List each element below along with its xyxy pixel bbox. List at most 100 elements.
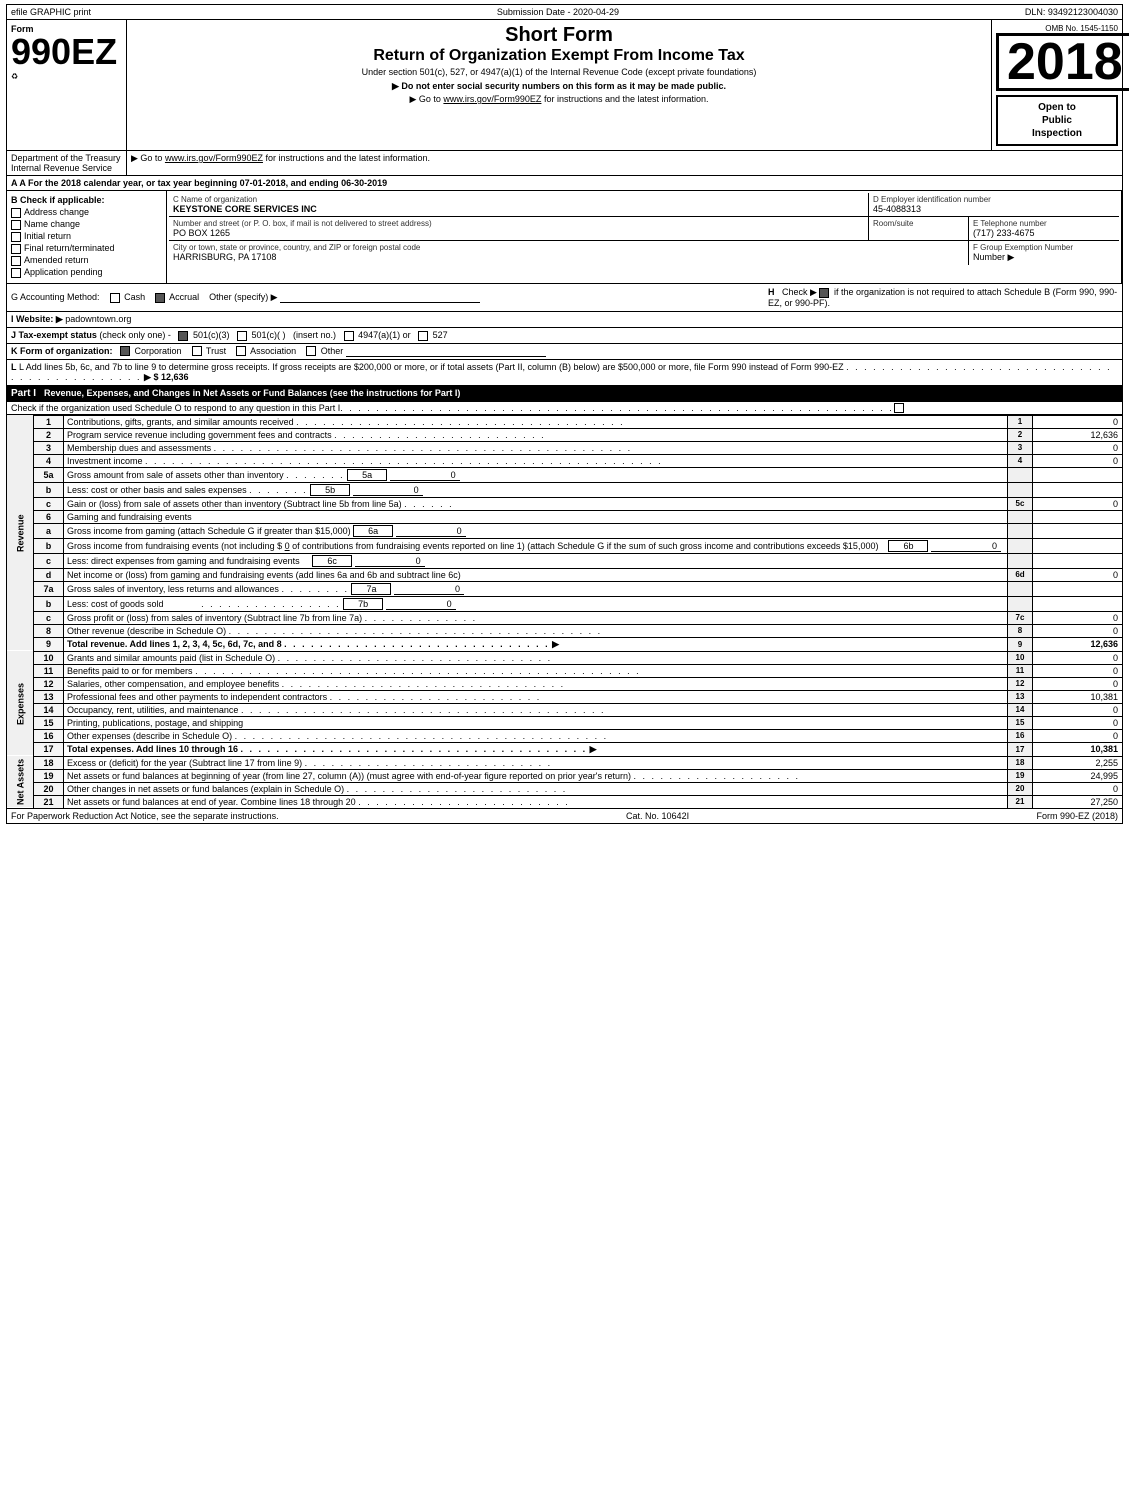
website-url: padowntown.org (65, 314, 131, 324)
line-label-3: 3 (1008, 441, 1033, 454)
radio-amended[interactable] (11, 256, 21, 266)
submission-date: Submission Date - 2020-04-29 (497, 7, 619, 17)
revenue-row-5b: b Less: cost or other basis and sales ex… (7, 482, 1123, 497)
row-num-21: 21 (34, 795, 64, 808)
trust-checkbox[interactable] (192, 346, 202, 356)
c4947-checkbox[interactable] (344, 331, 354, 341)
c3-checkbox[interactable] (178, 331, 188, 341)
desc-6a: Gross income from gaming (attach Schedul… (64, 523, 1008, 538)
value-7b-empty (1033, 596, 1123, 611)
desc-14: Occupancy, rent, utilities, and maintena… (64, 703, 1008, 716)
org-city-row: City or town, state or province, country… (169, 241, 1119, 265)
c527-checkbox[interactable] (418, 331, 428, 341)
revenue-row-1: Revenue 1 Contributions, gifts, grants, … (7, 415, 1123, 428)
check-final: Final return/terminated (11, 243, 162, 254)
line-label-5a-empty (1008, 467, 1033, 482)
efile-label: efile GRAPHIC print (11, 7, 91, 17)
cash-checkbox[interactable] (110, 293, 120, 303)
value-10: 0 (1033, 651, 1123, 664)
part1-label: Part I (11, 388, 36, 399)
open-to-public: Open to Public Inspection (996, 95, 1118, 146)
trust-label: Trust (206, 346, 226, 356)
final-return-label: Final return/terminated (24, 243, 115, 253)
org-name-cell: C Name of organization KEYSTONE CORE SER… (169, 193, 869, 216)
line-label-4: 4 (1008, 454, 1033, 467)
l-text: L Add lines 5b, 6c, and 7b to line 9 to … (19, 362, 844, 372)
desc-3: Membership dues and assessments . . . . … (64, 441, 1008, 454)
value-5a-empty (1033, 467, 1123, 482)
c-label: C Name of organization (173, 195, 864, 204)
address-change-label: Address change (24, 207, 89, 217)
expenses-row-11: 11 Benefits paid to or for members . . .… (7, 664, 1123, 677)
desc-5c: Gain or (loss) from sale of assets other… (64, 497, 1008, 510)
revenue-row-7c: c Gross profit or (loss) from sales of i… (7, 611, 1123, 624)
h-checkbox[interactable] (819, 288, 829, 298)
desc-4: Investment income . . . . . . . . . . . … (64, 454, 1008, 467)
assoc-checkbox[interactable] (236, 346, 246, 356)
revenue-row-5a: 5a Gross amount from sale of assets othe… (7, 467, 1123, 482)
row-num-2: 2 (34, 428, 64, 441)
other-org-label: Other (321, 346, 344, 356)
cc-checkbox[interactable] (237, 331, 247, 341)
check-pending: Application pending (11, 267, 162, 278)
title-col: Short Form Return of Organization Exempt… (127, 20, 992, 150)
dept-row: Department of the Treasury Internal Reve… (6, 151, 1123, 176)
desc-7a: Gross sales of inventory, less returns a… (64, 581, 1008, 596)
part1-header: Part I Revenue, Expenses, and Changes in… (6, 386, 1123, 402)
radio-address[interactable] (11, 208, 21, 218)
row-num-6b: b (34, 538, 64, 553)
expenses-row-14: 14 Occupancy, rent, utilities, and maint… (7, 703, 1123, 716)
other-checkbox[interactable] (306, 346, 316, 356)
footer-left: For Paperwork Reduction Act Notice, see … (11, 811, 279, 821)
other-specify-line (280, 292, 480, 303)
line-label-6a-empty (1008, 523, 1033, 538)
dept-url: www.irs.gov/Form990EZ (165, 153, 263, 163)
i-label: I Website: ▶ (11, 314, 63, 324)
value-12: 0 (1033, 677, 1123, 690)
line-label-6h (1008, 510, 1033, 523)
revenue-side-label: Revenue (7, 415, 34, 651)
value-18: 2,255 (1033, 756, 1123, 769)
desc-6d: Net income or (loss) from gaming and fun… (64, 568, 1008, 581)
schedule-o-row: Check if the organization used Schedule … (6, 402, 1123, 415)
radio-initial[interactable] (11, 232, 21, 242)
l-start: L (11, 362, 17, 372)
revenue-row-3: 3 Membership dues and assessments . . . … (7, 441, 1123, 454)
cc-label: 501(c)( ) (252, 330, 286, 340)
radio-name[interactable] (11, 220, 21, 230)
radio-final[interactable] (11, 244, 21, 254)
revenue-row-6header: 6 Gaming and fundraising events (7, 510, 1123, 523)
amended-return-label: Amended return (24, 255, 89, 265)
desc-2: Program service revenue including govern… (64, 428, 1008, 441)
l-amount: ▶ $ 12,636 (144, 372, 188, 382)
l-row: L L Add lines 5b, 6c, and 7b to line 9 t… (6, 360, 1123, 386)
row-num-5b: b (34, 482, 64, 497)
line-label-11: 11 (1008, 664, 1033, 677)
org-group: Number ▶ (973, 252, 1115, 263)
row-num-7a: 7a (34, 581, 64, 596)
cash-label: Cash (124, 292, 145, 302)
revenue-row-2: 2 Program service revenue including gove… (7, 428, 1123, 441)
line-label-9: 9 (1008, 637, 1033, 651)
org-ein: 45-4088313 (873, 204, 1115, 214)
accrual-checkbox[interactable] (155, 293, 165, 303)
line-label-6c-empty (1008, 553, 1033, 568)
line-label-21: 21 (1008, 795, 1033, 808)
radio-pending[interactable] (11, 268, 21, 278)
row-num-15: 15 (34, 716, 64, 729)
schedule-o-checkbox[interactable] (894, 403, 904, 413)
corp-checkbox[interactable] (120, 346, 130, 356)
value-16: 0 (1033, 729, 1123, 742)
org-room-cell: Room/suite (869, 217, 969, 240)
row-num-14: 14 (34, 703, 64, 716)
netassets-row-19: 19 Net assets or fund balances at beginn… (7, 769, 1123, 782)
expenses-side-label: Expenses (7, 651, 34, 756)
insert-label: (insert no.) (293, 330, 336, 340)
value-1: 0 (1033, 415, 1123, 428)
value-13: 10,381 (1033, 690, 1123, 703)
value-4: 0 (1033, 454, 1123, 467)
value-21: 27,250 (1033, 795, 1123, 808)
expenses-row-16: 16 Other expenses (describe in Schedule … (7, 729, 1123, 742)
desc-6c: Less: direct expenses from gaming and fu… (64, 553, 1008, 568)
row-num-12: 12 (34, 677, 64, 690)
